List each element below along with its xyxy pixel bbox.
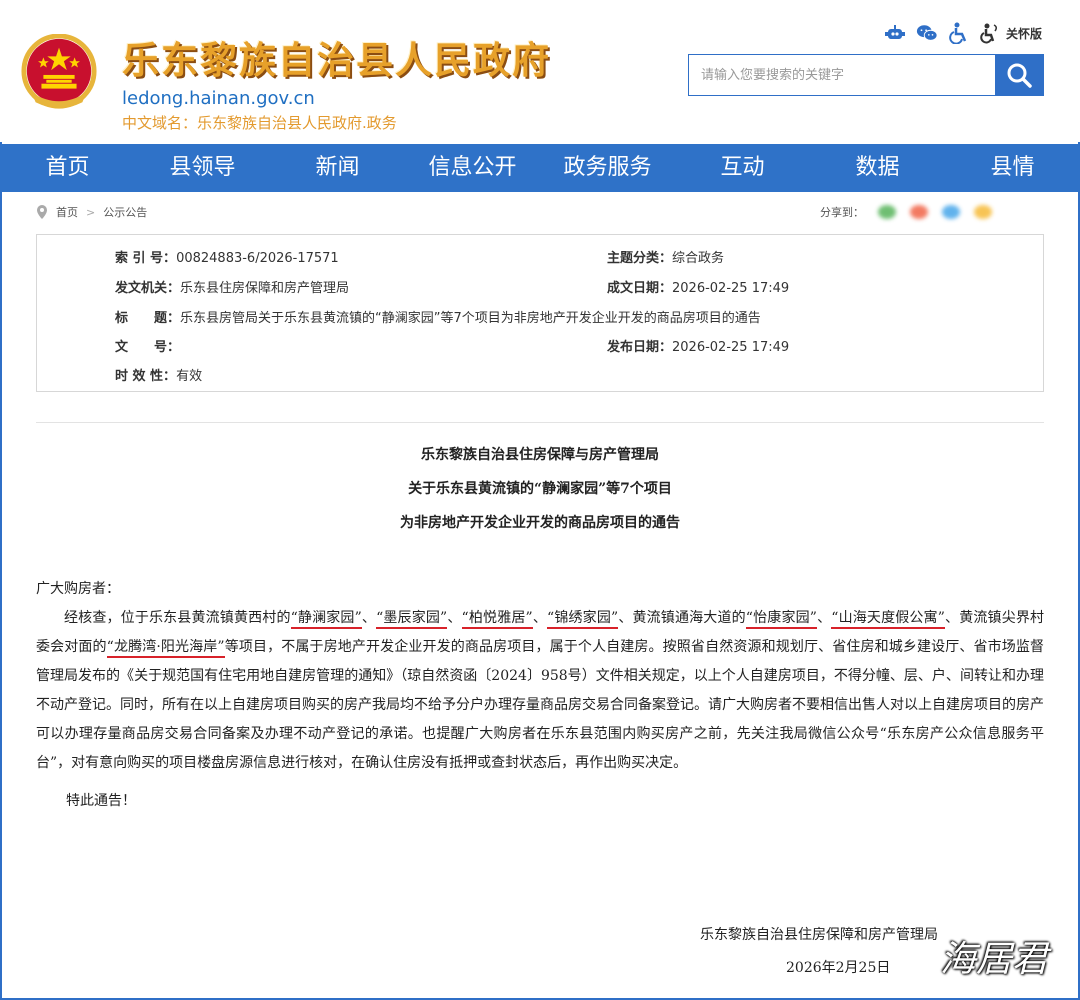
share-qzone-icon[interactable] (974, 205, 992, 219)
site-domain[interactable]: ledong.hainan.gov.cn (122, 88, 315, 109)
nav-item-home[interactable]: 首页 (0, 144, 135, 192)
meta-published-key: 发布日期： (607, 340, 673, 355)
meta-docno: 文 号： (115, 336, 180, 355)
care-mode-label[interactable]: 关怀版 (1006, 25, 1042, 42)
share-qq-icon[interactable] (942, 205, 960, 219)
meta-published: 发布日期：2026-02-25 17:49 (607, 336, 789, 355)
breadcrumb: 首页 > 公示公告 (36, 204, 147, 220)
share-weibo-icon[interactable] (910, 205, 928, 219)
meta-validity-key: 时 效 性： (115, 369, 177, 384)
share-label: 分享到： (820, 206, 864, 219)
body-text-segment: 等项目，不属于房地产开发企业开发的商品房项目，属于个人自建房。按照省自然资源和规… (36, 639, 1045, 771)
meta-index-key: 索 引 号： (115, 251, 177, 266)
chevron-right-icon: > (86, 205, 96, 219)
meta-title: 标 题：乐东县房管局关于乐东县黄流镇的“静澜家园”等7个项目为非房地产开发企业开… (115, 307, 761, 326)
article-greeting: 广大购房者： (36, 581, 120, 597)
meta-index-value: 00824883-6/2026-17571 (176, 251, 339, 266)
body-text-segment: 、 (816, 610, 832, 626)
signature-org: 乐东黎族自治县住房保障和房产管理局 (700, 927, 938, 943)
meta-title-value: 乐东县房管局关于乐东县黄流镇的“静澜家园”等7个项目为非房地产开发企业开发的商品… (180, 311, 761, 326)
search-box (688, 54, 1044, 96)
project-name: “龙腾湾·阳光海岸” (106, 639, 225, 658)
meta-topic-value: 综合政务 (672, 251, 725, 266)
header-tools: 关怀版 (884, 22, 1042, 44)
meta-issuer-value: 乐东县住房保障和房产管理局 (180, 281, 350, 296)
nav-item-data[interactable]: 数据 (810, 144, 945, 192)
meta-created-value: 2026-02-25 17:49 (672, 281, 790, 296)
site-header: 乐东黎族自治县人民政府 ledong.hainan.gov.cn 中文域名：乐东… (0, 0, 1080, 142)
meta-issuer-key: 发文机关： (115, 281, 181, 296)
national-emblem-icon (21, 34, 97, 109)
body-text-segment: 、黄流镇通海大道的 (618, 610, 746, 626)
project-name: “山海天度假公寓” (831, 610, 945, 629)
robot-icon[interactable] (884, 22, 906, 44)
body-text-segment: 、 (447, 610, 462, 626)
meta-created: 成文日期：2026-02-25 17:49 (607, 277, 789, 296)
nav-item-county-info[interactable]: 县情 (945, 144, 1080, 192)
accessibility-icon[interactable] (948, 22, 970, 44)
nav-item-gov-services[interactable]: 政务服务 (540, 144, 675, 192)
project-name: “柏悦雅居” (461, 610, 533, 629)
content-divider (36, 422, 1044, 423)
location-icon (37, 205, 47, 219)
body-text-segment: 、 (532, 610, 548, 626)
article-title-line-3: 为非房地产开发企业开发的商品房项目的通告 (400, 515, 680, 531)
article-title-line-2: 关于乐东县黄流镇的“静澜家园”等7个项目 (408, 481, 672, 497)
meta-index: 索 引 号：00824883-6/2026-17571 (115, 247, 339, 266)
share-bar: 分享到： (820, 204, 992, 220)
site-cn-domain: 中文域名：乐东黎族自治县人民政府.政务 (122, 114, 397, 132)
care-mode-icon[interactable] (980, 22, 1002, 44)
body-text-segment: 、 (361, 610, 377, 626)
main-nav: 首页 县领导 新闻 信息公开 政务服务 互动 数据 县情 (0, 144, 1080, 192)
search-button[interactable] (995, 55, 1043, 95)
signature-date: 2026年2月25日 (786, 960, 891, 976)
project-name: “锦绣家园” (547, 610, 619, 629)
meta-validity-value: 有效 (176, 369, 203, 384)
article-title-line-1: 乐东黎族自治县住房保障与房产管理局 (421, 447, 659, 463)
project-name: “怡康家园” (745, 610, 817, 629)
meta-validity: 时 效 性：有效 (115, 365, 202, 384)
meta-docno-key: 文 号： (115, 340, 181, 355)
meta-published-value: 2026-02-25 17:49 (672, 340, 790, 355)
meta-topic: 主题分类：综合政务 (607, 247, 724, 266)
article-body: 经核查，位于乐东县黄流镇黄西村的“静澜家园”、“墨辰家园”、“柏悦雅居”、“锦绣… (36, 604, 1044, 778)
nav-item-news[interactable]: 新闻 (270, 144, 405, 192)
nav-item-leaders[interactable]: 县领导 (135, 144, 270, 192)
project-name: “静澜家园” (290, 610, 362, 629)
share-wechat-icon[interactable] (878, 205, 896, 219)
wechat-icon[interactable] (916, 22, 938, 44)
nav-item-interaction[interactable]: 互动 (675, 144, 810, 192)
document-meta: 索 引 号：00824883-6/2026-17571 主题分类：综合政务 发文… (36, 234, 1044, 392)
search-icon (1007, 63, 1032, 88)
project-name: “墨辰家园” (376, 610, 448, 629)
nav-item-info-disclosure[interactable]: 信息公开 (405, 144, 540, 192)
article-closing: 特此通告！ (66, 793, 136, 809)
search-input[interactable] (689, 55, 995, 95)
meta-title-key: 标 题： (115, 311, 181, 326)
breadcrumb-home[interactable]: 首页 (56, 204, 78, 220)
breadcrumb-section[interactable]: 公示公告 (103, 204, 147, 220)
meta-topic-key: 主题分类： (607, 251, 673, 266)
site-title[interactable]: 乐东黎族自治县人民政府 (122, 30, 551, 84)
body-text-segment: 经核查，位于乐东县黄流镇黄西村的 (64, 610, 291, 626)
meta-issuer: 发文机关：乐东县住房保障和房产管理局 (115, 277, 349, 296)
meta-created-key: 成文日期： (607, 281, 673, 296)
watermark: 海居君 (940, 939, 1049, 980)
